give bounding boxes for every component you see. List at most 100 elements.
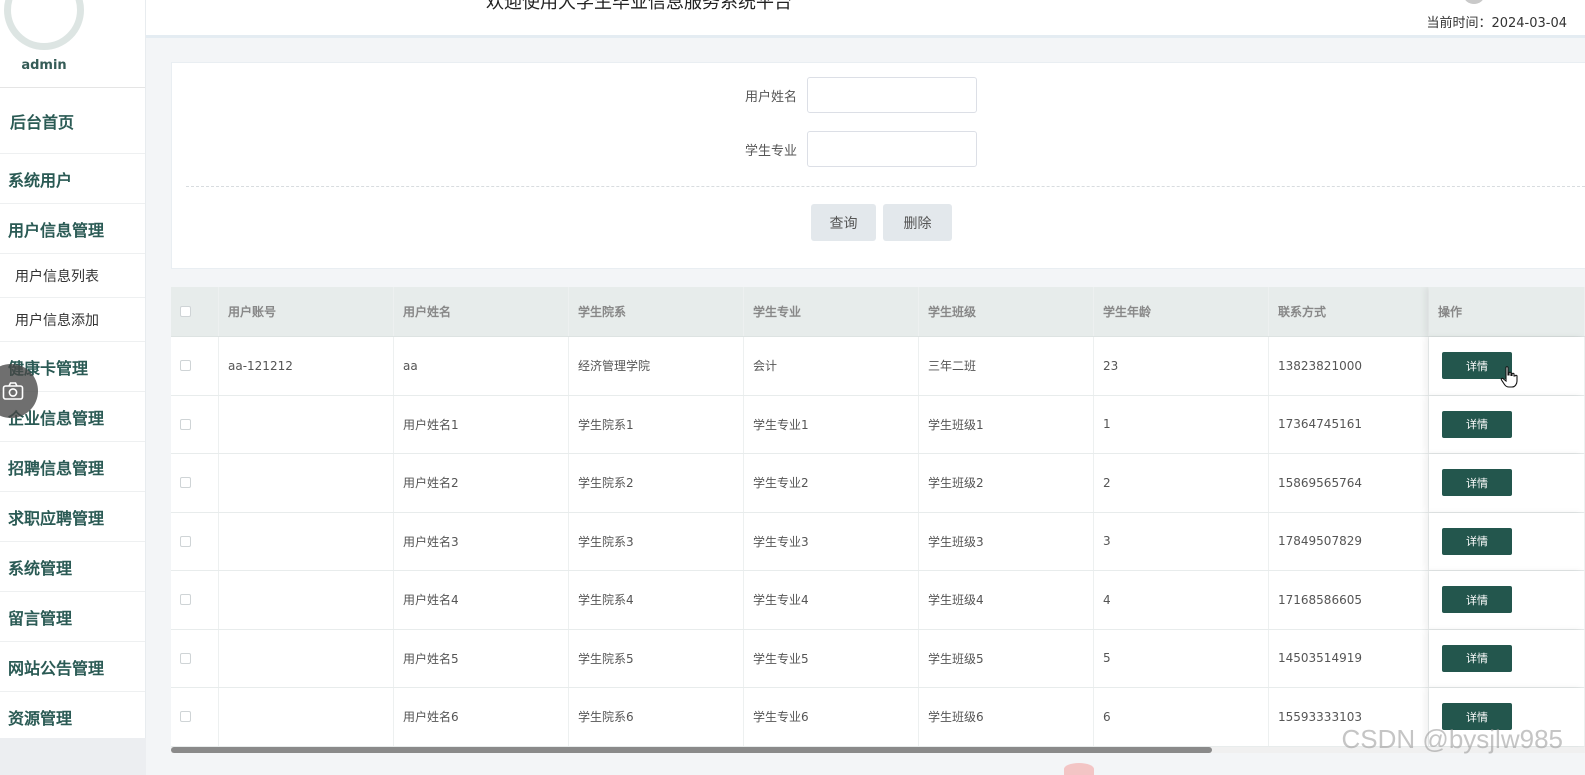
cell-class: 学生班级2 (919, 454, 1094, 512)
decorative-blob (1064, 763, 1094, 775)
sidebar-item-recruitment-info[interactable]: 招聘信息管理 (0, 442, 145, 492)
row-checkbox[interactable] (180, 477, 191, 489)
cell-account (219, 395, 394, 453)
name-field-row: 用户姓名 (172, 77, 1585, 113)
detail-button[interactable]: 详情 (1442, 586, 1512, 614)
header-actions: 操作 (1429, 287, 1585, 336)
row-select-cell (171, 512, 219, 570)
cell-major: 学生专业4 (744, 571, 919, 629)
cell-phone: 17849507829 (1269, 512, 1429, 570)
delete-button[interactable]: 删除 (883, 204, 952, 241)
cell-name: 用户姓名4 (394, 571, 569, 629)
cell-age: 1 (1094, 395, 1269, 453)
table-row: 用户姓名1 学生院系1 学生专业1 学生班级1 1 17364745161 详情 (171, 395, 1585, 454)
row-actions-cell: 详情 (1429, 454, 1585, 512)
user-menu-avatar[interactable] (1464, 0, 1484, 4)
row-select-cell (171, 629, 219, 687)
table-row: 用户姓名4 学生院系4 学生专业4 学生班级4 4 17168586605 详情 (171, 571, 1585, 630)
admin-name: admin (21, 58, 67, 73)
row-select-cell (171, 337, 219, 395)
cell-name: 用户姓名1 (394, 395, 569, 453)
header-dept[interactable]: 学生院系 (569, 287, 744, 336)
sidebar-item-job-application[interactable]: 求职应聘管理 (0, 492, 145, 542)
cell-name: 用户姓名5 (394, 629, 569, 687)
row-checkbox[interactable] (180, 652, 191, 664)
cell-dept: 经济管理学院 (569, 337, 744, 395)
top-header: 欢迎使用大学生毕业信息服务系统平台 当前时间：2024-03-04 (146, 0, 1585, 38)
page-title: 欢迎使用大学生毕业信息服务系统平台 (486, 0, 792, 13)
table-row: 用户姓名2 学生院系2 学生专业2 学生班级2 2 15869565764 详情 (171, 454, 1585, 513)
cell-account (219, 688, 394, 746)
query-button[interactable]: 查询 (811, 204, 876, 241)
cell-major: 会计 (744, 337, 919, 395)
cell-class: 学生班级5 (919, 629, 1094, 687)
row-select-cell (171, 395, 219, 453)
sidebar-item-user-info-management[interactable]: 用户信息管理 (0, 204, 145, 254)
cell-phone: 17168586605 (1269, 571, 1429, 629)
cell-name: 用户姓名6 (394, 688, 569, 746)
header-account[interactable]: 用户账号 (219, 287, 394, 336)
table-row: 用户姓名3 学生院系3 学生专业3 学生班级3 3 17849507829 详情 (171, 512, 1585, 571)
header-phone[interactable]: 联系方式 (1269, 287, 1429, 336)
watermark: CSDN @bysjlw985 (1341, 724, 1563, 754)
avatar[interactable] (4, 0, 84, 50)
cell-phone: 15869565764 (1269, 454, 1429, 512)
header-age[interactable]: 学生年龄 (1094, 287, 1269, 336)
row-actions-cell: 详情 (1429, 629, 1585, 687)
hand-pointer-icon (1500, 366, 1518, 388)
cell-age: 2 (1094, 454, 1269, 512)
row-checkbox[interactable] (180, 594, 191, 606)
current-time: 当前时间：2024-03-04 (1426, 16, 1567, 31)
search-panel: 用户姓名 学生专业 查询 删除 (171, 62, 1585, 269)
cell-account: aa-121212 (219, 337, 394, 395)
cell-class: 学生班级6 (919, 688, 1094, 746)
horizontal-scrollbar-thumb[interactable] (171, 747, 1212, 753)
row-checkbox[interactable] (180, 711, 191, 723)
table-header: 用户账号 用户姓名 学生院系 学生专业 学生班级 学生年龄 联系方式 操作 (171, 287, 1585, 337)
select-all-checkbox[interactable] (180, 306, 191, 317)
cell-major: 学生专业5 (744, 629, 919, 687)
table-row: aa-121212 aa 经济管理学院 会计 三年二班 23 13823821000 详情 (171, 337, 1585, 396)
detail-button[interactable]: 详情 (1442, 527, 1512, 555)
cell-account (219, 512, 394, 570)
detail-button[interactable]: 详情 (1442, 410, 1512, 438)
cell-major: 学生专业6 (744, 688, 919, 746)
cell-class: 三年二班 (919, 337, 1094, 395)
sidebar-subitem-user-info-list[interactable]: 用户信息列表 (0, 254, 145, 298)
cell-dept: 学生院系5 (569, 629, 744, 687)
row-select-cell (171, 688, 219, 746)
detail-button[interactable]: 详情 (1442, 469, 1512, 497)
detail-button[interactable]: 详情 (1442, 644, 1512, 672)
major-field-label: 学生专业 (744, 143, 797, 159)
row-actions-cell: 详情 (1429, 512, 1585, 570)
row-checkbox[interactable] (180, 535, 191, 547)
row-checkbox[interactable] (180, 418, 191, 430)
major-search-input[interactable] (807, 131, 977, 167)
cell-age: 5 (1094, 629, 1269, 687)
sidebar-item-messages[interactable]: 留言管理 (0, 592, 145, 642)
header-class[interactable]: 学生班级 (919, 287, 1094, 336)
cell-dept: 学生院系2 (569, 454, 744, 512)
user-profile: admin (0, 0, 145, 88)
cell-age: 3 (1094, 512, 1269, 570)
cell-major: 学生专业3 (744, 512, 919, 570)
sidebar-item-system-management[interactable]: 系统管理 (0, 542, 145, 592)
row-checkbox[interactable] (180, 360, 191, 372)
cell-class: 学生班级1 (919, 395, 1094, 453)
sidebar-subitem-user-info-add[interactable]: 用户信息添加 (0, 298, 145, 342)
cell-dept: 学生院系1 (569, 395, 744, 453)
cell-dept: 学生院系6 (569, 688, 744, 746)
cell-class: 学生班级3 (919, 512, 1094, 570)
name-search-input[interactable] (807, 77, 977, 113)
cell-dept: 学生院系4 (569, 571, 744, 629)
header-major[interactable]: 学生专业 (744, 287, 919, 336)
sidebar-item-home[interactable]: 后台首页 (0, 88, 145, 154)
header-name[interactable]: 用户姓名 (394, 287, 569, 336)
sidebar-item-resources[interactable]: 资源管理 (0, 692, 145, 742)
sidebar-item-announcements[interactable]: 网站公告管理 (0, 642, 145, 692)
cell-dept: 学生院系3 (569, 512, 744, 570)
name-field-label: 用户姓名 (744, 89, 797, 105)
row-select-cell (171, 571, 219, 629)
cell-name: 用户姓名3 (394, 512, 569, 570)
sidebar-item-system-users[interactable]: 系统用户 (0, 154, 145, 204)
